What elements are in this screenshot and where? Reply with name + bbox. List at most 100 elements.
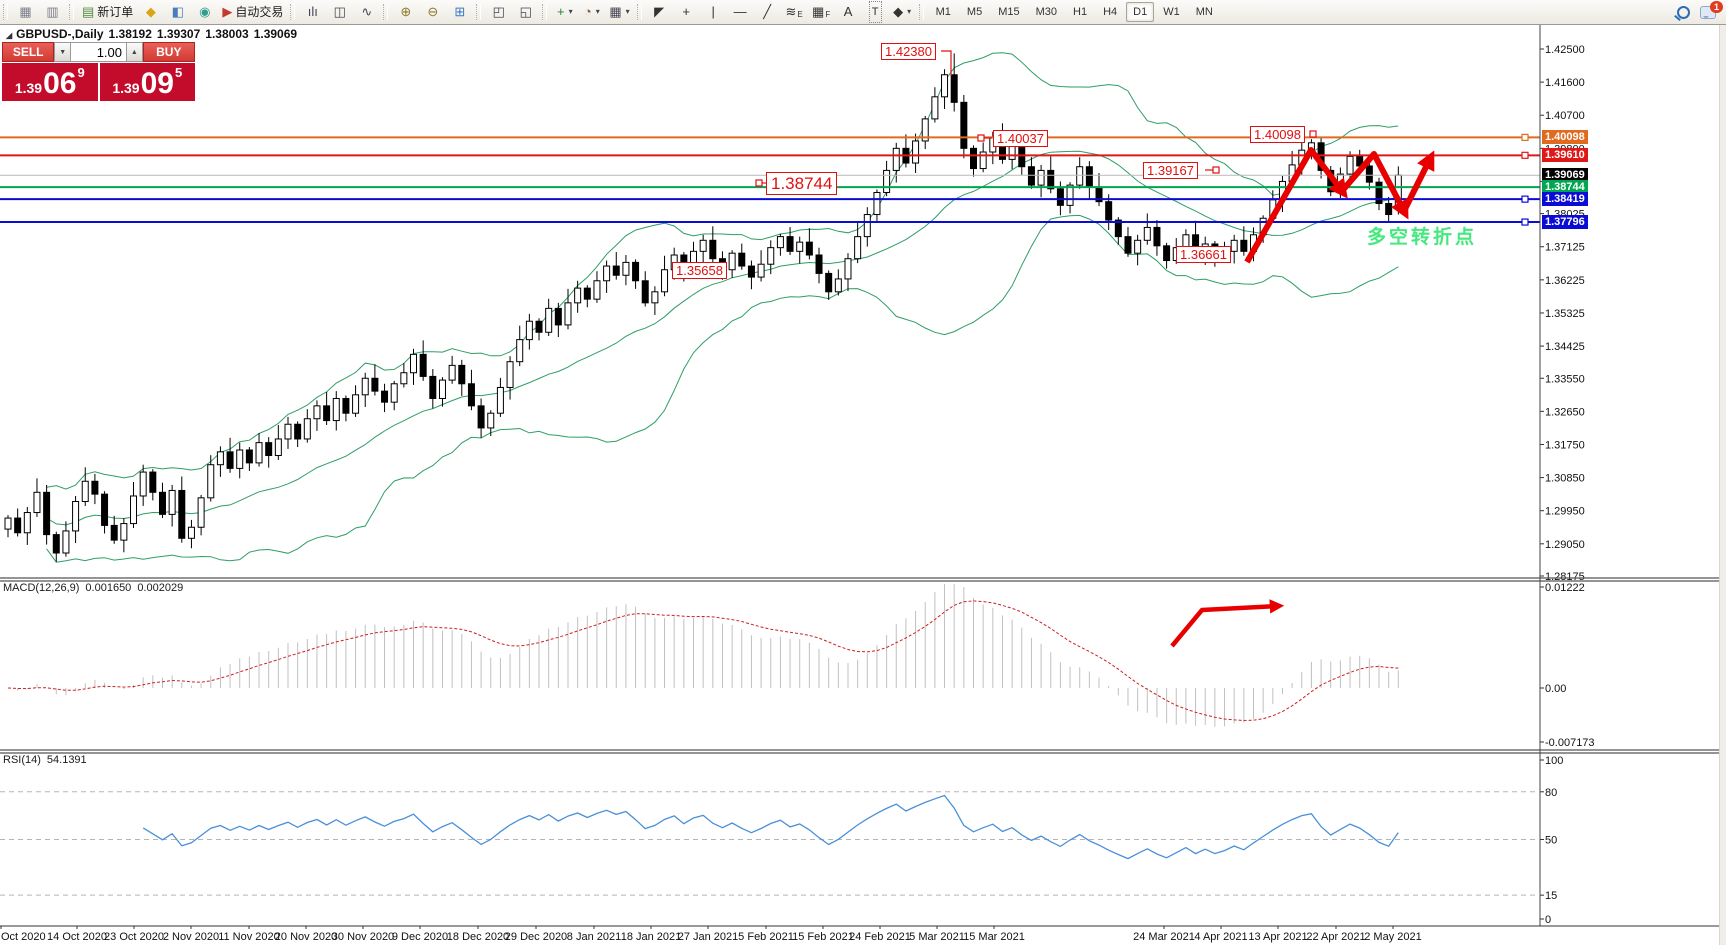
vertical-line-icon: | <box>711 2 714 22</box>
vertical-line-icon[interactable]: | <box>701 1 726 23</box>
symbol-title: GBPUSD-,Daily <box>16 27 103 41</box>
candlestick-chart-icon[interactable]: ◫ <box>327 1 352 23</box>
auto-trading-button[interactable]: ▶自动交易 <box>219 1 286 23</box>
macd-panel: 0.012220.00-0.007173 <box>8 582 1595 749</box>
svg-text:1.34425: 1.34425 <box>1545 341 1585 353</box>
template-button[interactable]: ▦▾ <box>606 1 632 23</box>
timeframe-d1[interactable]: D1 <box>1126 2 1154 22</box>
buy-price-box[interactable]: 1.39 09 5 <box>100 63 196 101</box>
line-chart-icon[interactable]: ∿ <box>354 1 379 23</box>
profiles-icon: ◧ <box>172 2 184 22</box>
toolbar-separator <box>290 4 295 20</box>
cursor-icon[interactable]: ◤ <box>647 1 672 23</box>
price-level-chip: 1.39610 <box>1542 148 1588 162</box>
timeframe-m30[interactable]: M30 <box>1029 2 1064 22</box>
buy-button[interactable]: BUY <box>143 42 195 62</box>
trendline-icon: ╱ <box>763 2 771 22</box>
dropdown-caret-icon: ▾ <box>596 2 600 22</box>
sell-button[interactable]: SELL <box>2 42 54 62</box>
volume-decrease-button[interactable]: ▼ <box>54 42 71 62</box>
svg-text:22 Apr 2021: 22 Apr 2021 <box>1306 931 1365 943</box>
svg-text:15: 15 <box>1545 890 1557 902</box>
shapes-button[interactable]: ◆▾ <box>890 1 915 23</box>
toolbar-separator <box>3 4 8 20</box>
grid-icon: ▦ <box>812 2 824 22</box>
tile-windows-icon: ⊞ <box>454 2 465 22</box>
auto-trading-button-label: 自动交易 <box>235 2 283 22</box>
chat-icon[interactable]: 1 <box>1700 6 1716 19</box>
period-button[interactable]: ◔▾ <box>579 1 604 23</box>
timeframe-h1[interactable]: H1 <box>1066 2 1094 22</box>
fibonacci-icon: ≋ <box>786 2 797 22</box>
timeframe-w1[interactable]: W1 <box>1156 2 1187 22</box>
svg-text:5 Feb 2021: 5 Feb 2021 <box>738 931 794 943</box>
grid-icon[interactable]: ▦F <box>809 1 834 23</box>
trendline-icon[interactable]: ╱ <box>755 1 780 23</box>
timeframe-mn[interactable]: MN <box>1189 2 1220 22</box>
volume-input[interactable] <box>71 42 126 62</box>
svg-text:29 Dec 2020: 29 Dec 2020 <box>505 931 567 943</box>
chart-window-icon[interactable]: ▦ <box>13 1 38 23</box>
search-icon[interactable] <box>1677 6 1690 19</box>
timeframe-h4[interactable]: H4 <box>1096 2 1124 22</box>
toolbar-separator <box>476 4 481 20</box>
price-annotation-label: 1.36661 <box>1176 246 1231 263</box>
label-icon[interactable]: T <box>863 1 888 23</box>
fibonacci-icon[interactable]: ≋E <box>782 1 807 23</box>
toolbar-separator <box>383 4 388 20</box>
svg-text:1.35325: 1.35325 <box>1545 308 1585 320</box>
svg-text:1.29050: 1.29050 <box>1545 539 1585 551</box>
add-indicator-button[interactable]: +▾ <box>552 1 577 23</box>
svg-text:8 Jan 2021: 8 Jan 2021 <box>567 931 621 943</box>
volume-increase-button[interactable]: ▲ <box>126 42 143 62</box>
svg-text:1.31750: 1.31750 <box>1545 439 1585 451</box>
ohlc-low: 1.38003 <box>205 27 248 41</box>
svg-text:1.33550: 1.33550 <box>1545 373 1585 385</box>
svg-text:4 Apr 2021: 4 Apr 2021 <box>1194 931 1247 943</box>
annotations <box>756 51 1430 646</box>
chart-context-icon: ◢ <box>6 31 12 40</box>
marketwatch-cube-icon[interactable]: ◆ <box>138 1 163 23</box>
price-level-chip: 1.38419 <box>1542 192 1588 206</box>
ohlc-open: 1.38192 <box>109 27 152 41</box>
dropdown-caret-icon: ▾ <box>569 2 573 22</box>
svg-text:0: 0 <box>1545 914 1551 926</box>
sell-price-big: 06 <box>43 70 76 98</box>
data-window-icon[interactable]: ▥ <box>40 1 65 23</box>
text-icon[interactable]: A <box>836 1 861 23</box>
chart-plot[interactable]: 1.425001.416001.407001.398001.389001.380… <box>0 0 1726 945</box>
data-window-icon: ▥ <box>46 2 58 22</box>
date-axis: Oct 202014 Oct 202023 Oct 20202 Nov 2020… <box>1 926 1422 943</box>
zoom-in-icon[interactable]: ⊕ <box>393 1 418 23</box>
macd-label-row: MACD(12,26,9)0.0016500.002029 <box>3 582 189 594</box>
toolbar-separator <box>542 4 547 20</box>
price-annotation-label: 1.42380 <box>881 43 936 60</box>
cursor-icon: ◤ <box>654 2 664 22</box>
profiles-icon[interactable]: ◧ <box>165 1 190 23</box>
toolbar-right: 1 <box>1677 6 1726 19</box>
shapes-button: ◆ <box>893 2 903 22</box>
period-button: ◔ <box>584 2 592 22</box>
rsi-value: 54.1391 <box>47 754 87 766</box>
window-right-edge <box>1719 24 1726 945</box>
timeframe-m15[interactable]: M15 <box>991 2 1026 22</box>
timeframe-m1[interactable]: M1 <box>929 2 958 22</box>
zoom-out-icon[interactable]: ⊖ <box>420 1 445 23</box>
sell-price-box[interactable]: 1.39 06 9 <box>2 63 98 101</box>
timeframe-m5[interactable]: M5 <box>960 2 989 22</box>
svg-text:0.00: 0.00 <box>1545 683 1566 695</box>
tile-windows-icon[interactable]: ⊞ <box>447 1 472 23</box>
horizontal-line-icon[interactable]: — <box>728 1 753 23</box>
sell-price-small: 1.39 <box>15 80 42 96</box>
arrange-windows-icon[interactable]: ◰ <box>486 1 511 23</box>
signals-icon[interactable]: ◉ <box>192 1 217 23</box>
new-order-button-label: 新订单 <box>97 2 133 22</box>
marketwatch-cube-icon: ◆ <box>146 2 156 22</box>
grid-icon-sub: F <box>825 5 830 25</box>
new-order-button[interactable]: ▤新订单 <box>79 1 136 23</box>
buy-price-small: 1.39 <box>112 80 139 96</box>
zoom-in-icon: ⊕ <box>400 2 411 22</box>
crosshair-icon[interactable]: + <box>674 1 699 23</box>
bar-chart-icon[interactable]: ılı <box>300 1 325 23</box>
cascade-windows-icon[interactable]: ◱ <box>513 1 538 23</box>
